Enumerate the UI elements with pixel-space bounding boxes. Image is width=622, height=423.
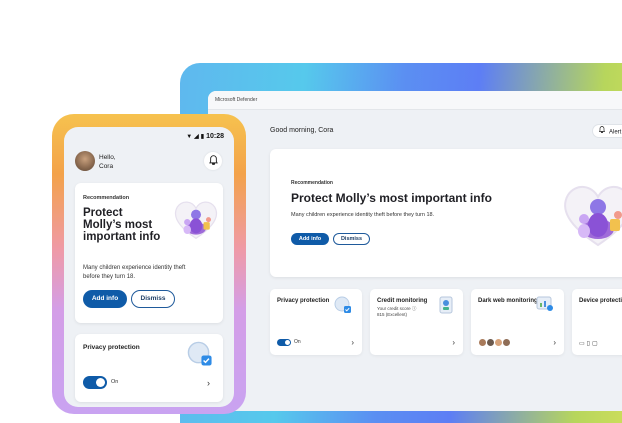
family-heart-illustration-icon — [558, 179, 622, 254]
credit-monitoring-tile[interactable]: Credit monitoring Your credit score ⓘ 81… — [370, 289, 463, 355]
battery-icon: ▮ — [200, 134, 205, 140]
greeting-line-1: Hello, — [99, 154, 116, 161]
dark-web-monitoring-tile[interactable]: Dark web monitoring › — [471, 289, 564, 355]
tile-title: Device protection — [579, 298, 622, 304]
privacy-globe-icon — [187, 341, 213, 372]
wifi-icon: ▼ — [186, 134, 193, 140]
privacy-globe-icon — [334, 296, 352, 319]
privacy-toggle[interactable] — [83, 376, 107, 389]
device-protection-tile[interactable]: Device protection ▭▯▢ — [572, 289, 622, 355]
recommendation-label: Recommendation — [291, 180, 333, 186]
credit-person-icon — [439, 296, 453, 319]
phone-greeting: Hello, Cora — [99, 153, 116, 171]
bell-icon — [598, 125, 606, 139]
device-icons: ▭▯▢ — [579, 341, 600, 347]
dark-web-chart-icon — [536, 296, 554, 317]
greeting: Good morning, Cora — [270, 127, 334, 134]
recommendation-card: Recommendation Protect Molly’s most impo… — [270, 149, 622, 277]
chevron-right-icon[interactable]: › — [207, 378, 210, 388]
credit-score-value: 815 (Excellent) — [377, 312, 408, 317]
desktop-window: Microsoft Defender Good morning, Cora Al… — [208, 91, 622, 411]
alerts-button[interactable]: Alert — [592, 124, 622, 138]
avatar — [502, 338, 511, 347]
recommendation-title: Protect Molly’s most important info — [291, 191, 492, 205]
dismiss-button[interactable]: Dismiss — [131, 290, 175, 308]
status-time: 10:28 — [206, 133, 224, 140]
greeting-line-2: Cora — [99, 163, 114, 170]
tile-title: Privacy protection — [277, 298, 330, 304]
status-bar: ▼ ◢ ▮ 10:28 — [186, 133, 224, 140]
chevron-right-icon[interactable]: › — [553, 338, 556, 347]
recommendation-label: Recommendation — [83, 195, 130, 201]
notifications-button[interactable] — [204, 152, 222, 170]
monitored-people-avatars — [478, 338, 511, 347]
tile-title: Credit monitoring — [377, 298, 428, 304]
privacy-status: On — [111, 379, 119, 385]
alerts-label: Alert — [609, 129, 622, 136]
chevron-right-icon[interactable]: › — [351, 338, 354, 347]
recommendation-body: Many children experience identity theft … — [291, 212, 435, 218]
add-info-button[interactable]: Add info — [291, 233, 329, 245]
privacy-status: On — [294, 339, 301, 345]
tile-title: Dark web monitoring — [478, 298, 538, 304]
signal-icon: ◢ — [194, 134, 199, 140]
recommendation-title: Protect Molly’s most important info — [83, 207, 161, 243]
dismiss-button[interactable]: Dismiss — [333, 233, 370, 245]
recommendation-card: Recommendation Protect Molly’s most impo… — [75, 183, 223, 323]
bell-icon — [208, 152, 218, 169]
recommendation-body: Many children experience identity theft … — [83, 265, 186, 280]
window-title: Microsoft Defender — [208, 91, 622, 110]
privacy-protection-card[interactable]: Privacy protection On › — [75, 334, 223, 402]
add-info-button[interactable]: Add info — [83, 290, 127, 308]
privacy-toggle[interactable] — [277, 339, 291, 346]
chevron-right-icon[interactable]: › — [452, 338, 455, 347]
avatar[interactable] — [75, 151, 95, 171]
privacy-title: Privacy protection — [83, 344, 140, 351]
privacy-protection-tile[interactable]: Privacy protection On › — [270, 289, 362, 355]
family-heart-illustration-icon — [171, 197, 221, 246]
phone-screen: ▼ ◢ ▮ 10:28 Hello, Cora Recommendation Prot… — [64, 127, 234, 407]
